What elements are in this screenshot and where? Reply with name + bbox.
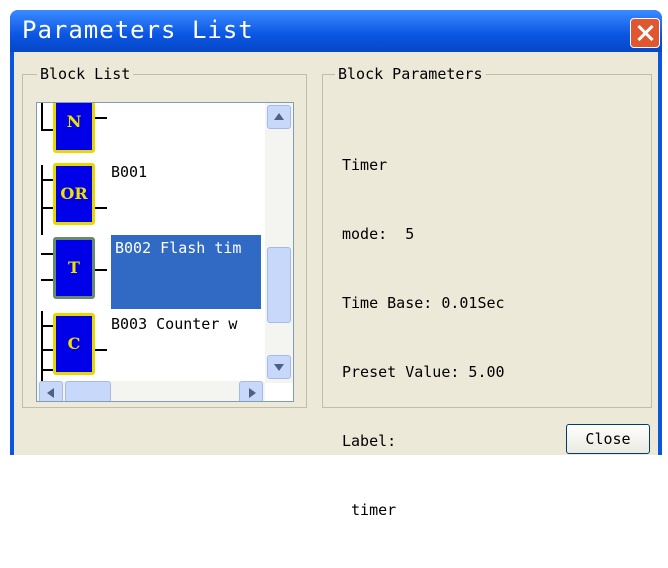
scroll-left-button[interactable] [39,381,63,401]
block-parameters-text: Timer mode: 5 Time Base: 0.01Sec Preset … [342,108,505,568]
close-button[interactable]: Close [566,424,650,454]
param-line: Timer [342,156,388,174]
wire [95,349,107,351]
param-line: Preset Value: 5.00 [342,363,505,381]
title-bar[interactable]: Parameters List [10,10,662,52]
wire [41,349,53,351]
scroll-right-button[interactable] [239,381,263,401]
param-line: timer [342,501,397,519]
scroll-down-button[interactable] [267,355,291,379]
block-n[interactable]: N [53,103,95,153]
wire [41,165,43,235]
window-title: Parameters List [22,16,254,44]
wire [41,325,53,327]
list-item[interactable]: B001 [111,163,147,181]
list-item-selected[interactable]: B002 Flash tim [111,235,261,309]
parameters-list-window: Parameters List Block List Block Paramet… [10,10,662,519]
block-timer[interactable]: T [53,237,95,299]
vertical-scrollbar[interactable] [265,103,293,383]
arrow-left-icon [47,388,54,398]
block-parameters-legend: Block Parameters [335,65,486,83]
block-counter[interactable]: C [53,313,95,375]
arrow-down-icon [274,364,284,371]
vertical-scroll-thumb[interactable] [267,247,291,323]
block-symbol: OR [60,184,88,203]
block-symbol: C [67,334,81,353]
param-line: mode: 5 [342,225,415,243]
param-line: Label: [342,432,397,450]
wire [41,279,53,281]
close-icon[interactable] [630,18,660,48]
arrow-right-icon [249,388,256,398]
horizontal-scrollbar[interactable] [37,381,265,401]
horizontal-scroll-thumb[interactable] [65,381,111,401]
block-or[interactable]: OR [53,163,95,225]
block-list-legend: Block List [37,65,134,83]
wire [95,117,107,119]
wire [41,103,43,131]
dialog-body: Block List Block Parameters N OR T C B00… [14,52,658,519]
arrow-up-icon [274,113,284,120]
list-item[interactable]: B003 Counter w [111,315,237,333]
wire [95,269,107,271]
wire [41,207,53,209]
param-line: Time Base: 0.01Sec [342,294,505,312]
wire [41,369,53,371]
wire [41,253,53,255]
block-symbol: N [66,112,82,131]
block-list[interactable]: N OR T C B001 B002 Flash tim B003 Counte… [36,102,294,402]
block-symbol: T [68,258,80,277]
wire [41,179,53,181]
wire [41,129,53,131]
scroll-up-button[interactable] [267,105,291,129]
wire [95,207,107,209]
